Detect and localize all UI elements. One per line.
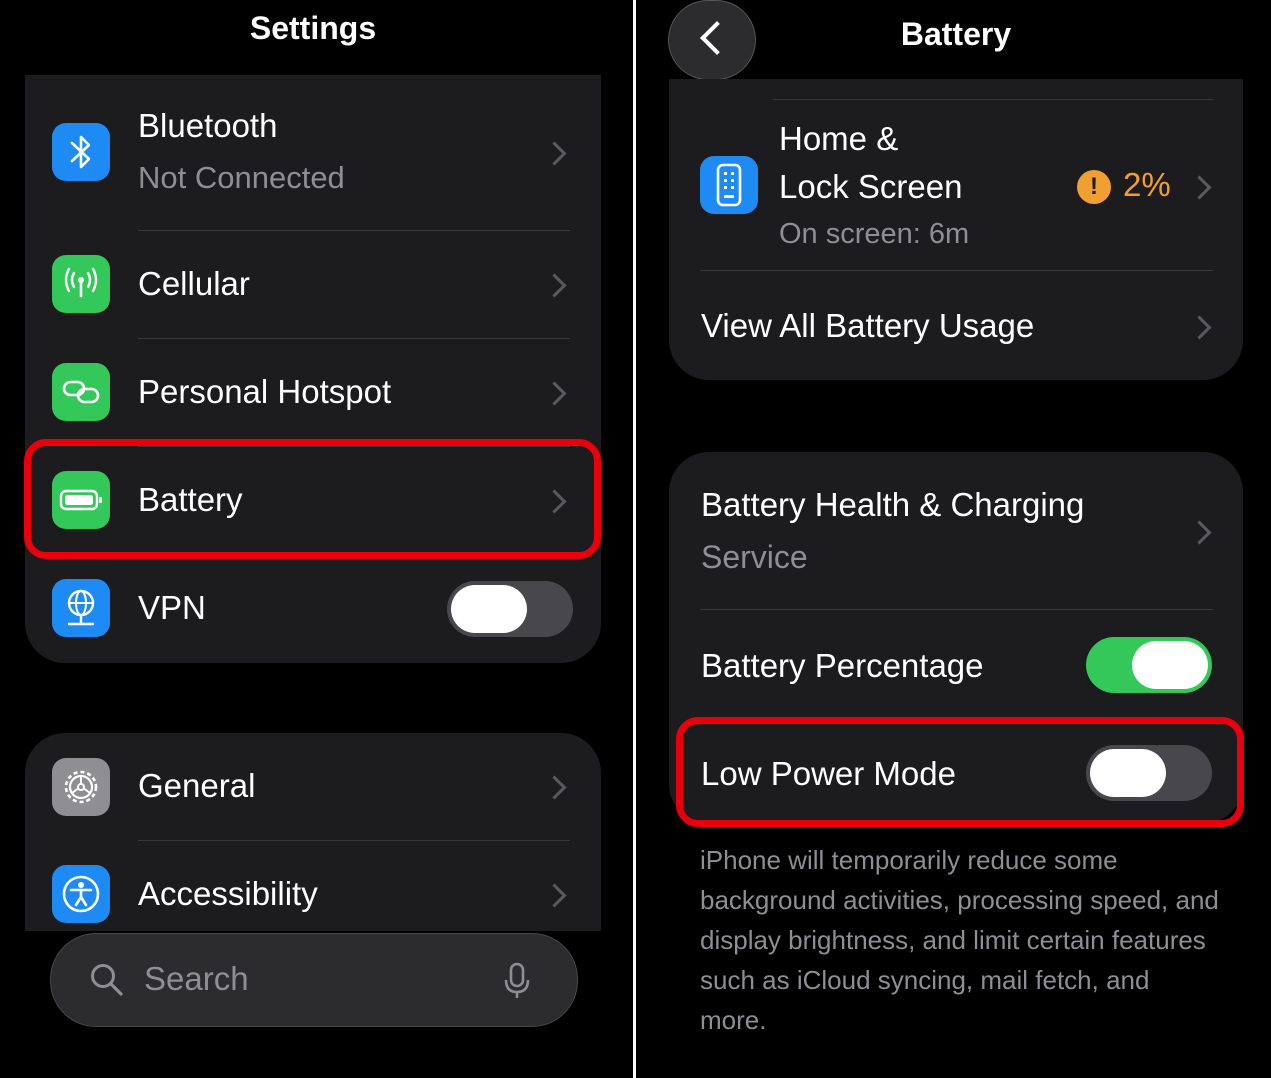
personal-hotspot-label: Personal Hotspot xyxy=(138,373,392,410)
usage-row-home-lock-screen[interactable]: Home & Lock Screen On screen: 6m ! 2% xyxy=(669,100,1243,270)
accessibility-label: Accessibility xyxy=(138,875,318,912)
usage-app-name-line1: Home & xyxy=(779,120,899,157)
page-title: Battery xyxy=(900,16,1012,52)
toggle-knob xyxy=(451,585,527,633)
settings-row-cellular[interactable]: Cellular xyxy=(25,231,601,338)
chevron-right-icon xyxy=(1187,520,1212,545)
general-group: General Accessibility xyxy=(25,733,601,931)
usage-percent: 2% xyxy=(1123,166,1171,203)
low-power-mode-footnote: iPhone will temporarily reduce some back… xyxy=(700,845,1219,1035)
vpn-toggle[interactable] xyxy=(447,581,573,637)
chevron-right-icon xyxy=(542,273,567,298)
connectivity-group: Bluetooth Not Connected Cellular Persona… xyxy=(25,75,601,663)
usage-on-screen-time: On screen: 6m xyxy=(779,218,970,250)
highlight-box xyxy=(676,717,1244,827)
settings-row-personal-hotspot[interactable]: Personal Hotspot xyxy=(25,339,601,446)
chevron-right-icon xyxy=(542,381,567,406)
vpn-label: VPN xyxy=(138,589,206,626)
accessibility-icon xyxy=(52,865,110,923)
battery-percentage-toggle[interactable] xyxy=(1086,637,1212,693)
battery-health-label: Battery Health & Charging xyxy=(701,486,1085,523)
chevron-right-icon xyxy=(542,141,567,166)
chevron-left-icon xyxy=(700,21,734,55)
usage-app-name-line2: Lock Screen xyxy=(779,168,963,205)
warning-icon: ! xyxy=(1077,170,1111,204)
battery-health-service: Service xyxy=(701,539,808,575)
microphone-icon[interactable] xyxy=(503,962,531,1005)
search-icon xyxy=(89,962,125,1003)
highlight-box xyxy=(24,439,601,559)
view-all-label: View All Battery Usage xyxy=(701,307,1035,344)
cellular-label: Cellular xyxy=(138,265,250,302)
bluetooth-icon xyxy=(52,123,110,181)
gear-icon xyxy=(52,758,110,816)
battery-percentage-label: Battery Percentage xyxy=(701,647,984,684)
settings-screen: Settings Bluetooth Not Connected Cellula… xyxy=(0,0,633,1078)
toggle-knob xyxy=(1132,641,1208,689)
battery-percentage-row: Battery Percentage xyxy=(669,610,1243,717)
search-placeholder: Search xyxy=(144,960,249,997)
view-all-battery-usage[interactable]: View All Battery Usage xyxy=(669,271,1243,380)
chevron-right-icon xyxy=(1187,315,1212,340)
chevron-right-icon xyxy=(542,883,567,908)
settings-row-bluetooth[interactable]: Bluetooth Not Connected xyxy=(25,75,601,230)
back-button[interactable] xyxy=(668,0,756,80)
cellular-antenna-icon xyxy=(52,255,110,313)
hotspot-link-icon xyxy=(52,363,110,421)
search-bar[interactable]: Search xyxy=(50,933,578,1027)
page-title: Settings xyxy=(249,10,377,46)
bluetooth-label: Bluetooth xyxy=(138,107,278,144)
settings-row-vpn: VPN xyxy=(25,555,601,663)
battery-health-charging-row[interactable]: Battery Health & Charging Service xyxy=(669,452,1243,608)
settings-row-general[interactable]: General xyxy=(25,733,601,840)
vpn-globe-icon xyxy=(52,579,110,637)
chevron-right-icon xyxy=(542,775,567,800)
general-label: General xyxy=(138,767,256,804)
bluetooth-status: Not Connected xyxy=(138,160,345,195)
battery-screen: Battery Home & Lock Screen On screen: 6m… xyxy=(636,0,1271,1078)
battery-usage-group: Home & Lock Screen On screen: 6m ! 2% Vi… xyxy=(669,79,1243,380)
home-screen-icon xyxy=(700,156,758,214)
chevron-right-icon xyxy=(1187,175,1212,200)
settings-row-accessibility[interactable]: Accessibility xyxy=(25,841,601,931)
